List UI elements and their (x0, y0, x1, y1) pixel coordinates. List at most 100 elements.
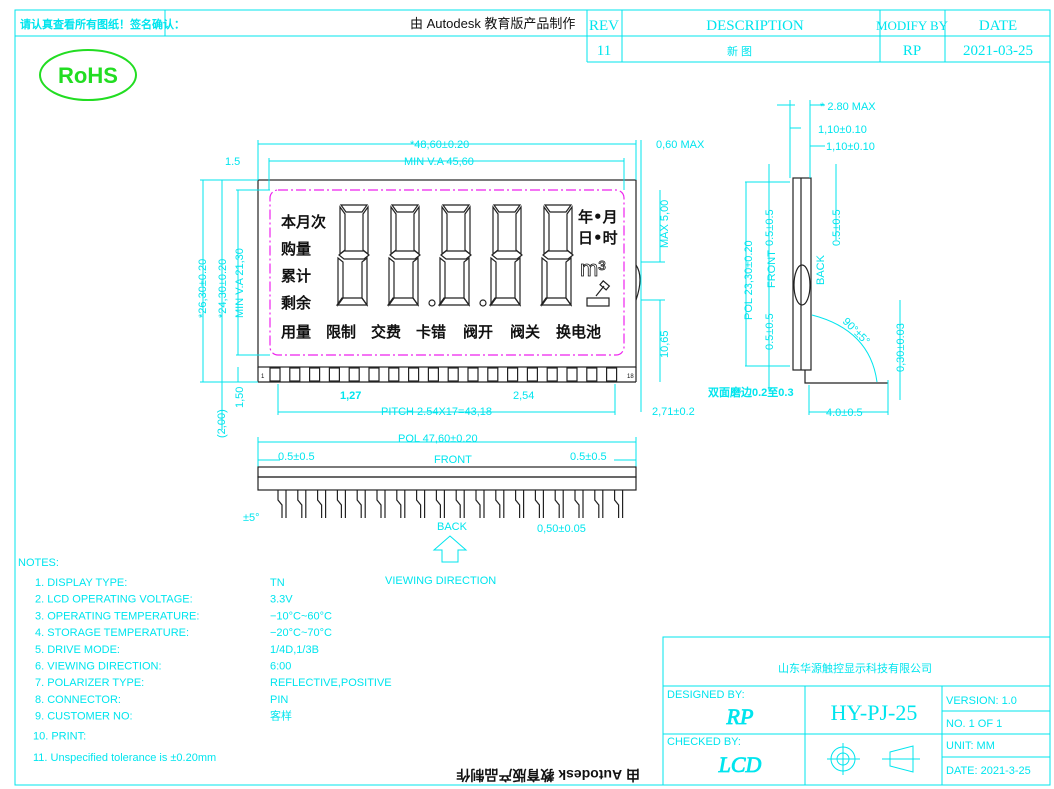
label-shengyu: 剩余 (281, 294, 312, 312)
svg-text:2,54: 2,54 (513, 390, 534, 402)
note-value: 6:00 (270, 661, 291, 673)
col-description: DESCRIPTION (706, 18, 804, 34)
viewing-direction-arrow (432, 535, 468, 563)
svg-text:POL 23,30±0.20: POL 23,30±0.20 (743, 240, 755, 320)
note-value: 1/4D,1/3B (270, 644, 319, 656)
svg-text:VERSION: 1.0: VERSION: 1.0 (946, 695, 1017, 707)
pin (447, 367, 459, 382)
pin (269, 367, 281, 382)
svg-text:1,27: 1,27 (340, 390, 361, 402)
note-label: 8. CONNECTOR: (35, 694, 121, 706)
label-benyueci: 本月次 (281, 213, 326, 231)
seven-segment-digit (539, 204, 574, 307)
note-value: 3.3V (270, 594, 293, 606)
svg-text:4.0±0.5: 4.0±0.5 (826, 407, 863, 419)
svg-text:RoHS: RoHS (58, 63, 118, 88)
pin (289, 367, 301, 382)
pin-lead (495, 490, 501, 518)
pin (507, 367, 519, 382)
svg-text:1,10±0.10: 1,10±0.10 (818, 124, 867, 136)
seven-segment-digit (335, 204, 370, 307)
note-label: 9. CUSTOMER NO: (35, 711, 133, 723)
svg-text:MIN V.A 45,60: MIN V.A 45,60 (404, 156, 474, 168)
svg-text:0.5±0.5: 0.5±0.5 (831, 209, 843, 246)
pin (526, 367, 539, 382)
svg-text:BACK: BACK (437, 521, 468, 533)
pin (309, 367, 321, 382)
col-modify-by: MODIFY BY (876, 18, 949, 33)
front-dimensions: *48,60±0.20 MIN V.A 45,60 1.5 0,60 MAX M… (197, 139, 705, 438)
svg-text:1,50: 1,50 (234, 387, 246, 408)
svg-text:UNIT: MM: UNIT: MM (946, 740, 995, 752)
note-label: 10. PRINT: (33, 730, 86, 742)
pin (427, 367, 439, 382)
pin-lead (297, 490, 303, 518)
note-label: 11. Unspecified tolerance is ±0.20mm (33, 752, 216, 764)
pin (348, 367, 360, 382)
projection-symbol (827, 743, 920, 775)
svg-text:0,50±0.05: 0,50±0.05 (537, 523, 586, 535)
designed-by-signature: RP (726, 704, 754, 729)
decimal-point (428, 299, 436, 307)
seven-segment-digit (386, 204, 421, 307)
pin-lead (416, 490, 422, 518)
pin (467, 367, 479, 382)
svg-text:0,60 MAX: 0,60 MAX (656, 139, 705, 151)
revision-table: 请认真查看所有图纸！签名确认： 由 Autodesk 教育版产品制作 REV D… (15, 10, 1050, 63)
lcd-bottom-view: POL 47,60±0.20 0.5±0.5 FRONT 0.5±0.5 ±5°… (243, 433, 637, 587)
svg-text:NO. 1 OF 1: NO. 1 OF 1 (946, 718, 1002, 730)
note-label: 5. DRIVE MODE: (35, 644, 120, 656)
svg-text:*24,30±0.20: *24,30±0.20 (217, 259, 229, 318)
pin-18-label: 18 (627, 374, 634, 380)
pin-lead (515, 490, 521, 518)
pin-lead (594, 490, 600, 518)
note-label: 4. STORAGE TEMPERATURE: (35, 627, 189, 639)
svg-text:(2,00): (2,00) (216, 409, 228, 438)
pin-lead (336, 490, 342, 518)
label-famenkai: 阀开 (463, 323, 493, 341)
pin (566, 367, 578, 382)
svg-text:DESIGNED BY:: DESIGNED BY: (667, 689, 745, 701)
pin-lead (435, 490, 441, 518)
svg-text:1,10±0.10: 1,10±0.10 (826, 141, 875, 153)
label-jiaofei: 交费 (371, 323, 401, 341)
note-value: REFLECTIVE,POSITIVE (270, 677, 392, 689)
lcd-front-view: 1 18 本月次 购量 累计 剩余 用量 限制 交费 卡错 阀开 阀关 换电池 … (257, 179, 641, 383)
pin-lead (475, 490, 481, 518)
svg-text:MAX 5,00: MAX 5,00 (659, 200, 671, 248)
seven-segment-digit (428, 204, 472, 307)
pin (328, 367, 340, 382)
svg-text:10,65: 10,65 (659, 330, 671, 358)
label-huandianchi: 换电池 (556, 323, 601, 341)
svg-text:0.5±0.5: 0.5±0.5 (764, 313, 776, 350)
part-number: HY-PJ-25 (831, 700, 918, 725)
svg-text:CHECKED BY:: CHECKED BY: (667, 736, 741, 748)
pin-lead (317, 490, 323, 518)
svg-text:FRONT: FRONT (434, 454, 472, 466)
svg-text:90°±5°: 90°±5° (840, 316, 872, 348)
svg-text:0.5±0.5: 0.5±0.5 (764, 209, 776, 246)
pin-lead (455, 490, 461, 518)
svg-text:2,71±0.2: 2,71±0.2 (652, 406, 695, 418)
label-gouliang: 购量 (281, 240, 311, 258)
svg-text:BACK: BACK (815, 254, 827, 285)
svg-text:0.5±0.5: 0.5±0.5 (570, 451, 607, 463)
engineering-drawing: 请认真查看所有图纸！签名确认： 由 Autodesk 教育版产品制作 REV D… (14, 9, 1051, 786)
pin-lead (534, 490, 540, 518)
svg-text:PITCH 2.54X17=43,18: PITCH 2.54X17=43,18 (381, 406, 492, 418)
lcd-side-view: * 2.80 MAX 1,10±0.10 1,10±0.10 POL 23,30… (708, 100, 907, 419)
pin-lead (614, 490, 620, 518)
note-label: 1. DISPLAY TYPE: (35, 577, 127, 589)
svg-text:VIEWING DIRECTION: VIEWING DIRECTION (385, 575, 496, 587)
svg-text:双面磨边0.2至0.3: 双面磨边0.2至0.3 (708, 385, 794, 399)
note-label: 7. POLARIZER TYPE: (35, 677, 144, 689)
svg-text:0.5±0.5: 0.5±0.5 (278, 451, 315, 463)
svg-text:FRONT: FRONT (766, 250, 778, 288)
label-xianzhi: 限制 (326, 323, 356, 341)
pin-lead (554, 490, 560, 518)
label-nianyue: 年•月 (578, 208, 618, 226)
pin (408, 367, 420, 382)
label-m3: m³ (580, 256, 606, 281)
description-value: 新 图 (727, 44, 752, 58)
date-value: 2021-03-25 (963, 43, 1033, 59)
